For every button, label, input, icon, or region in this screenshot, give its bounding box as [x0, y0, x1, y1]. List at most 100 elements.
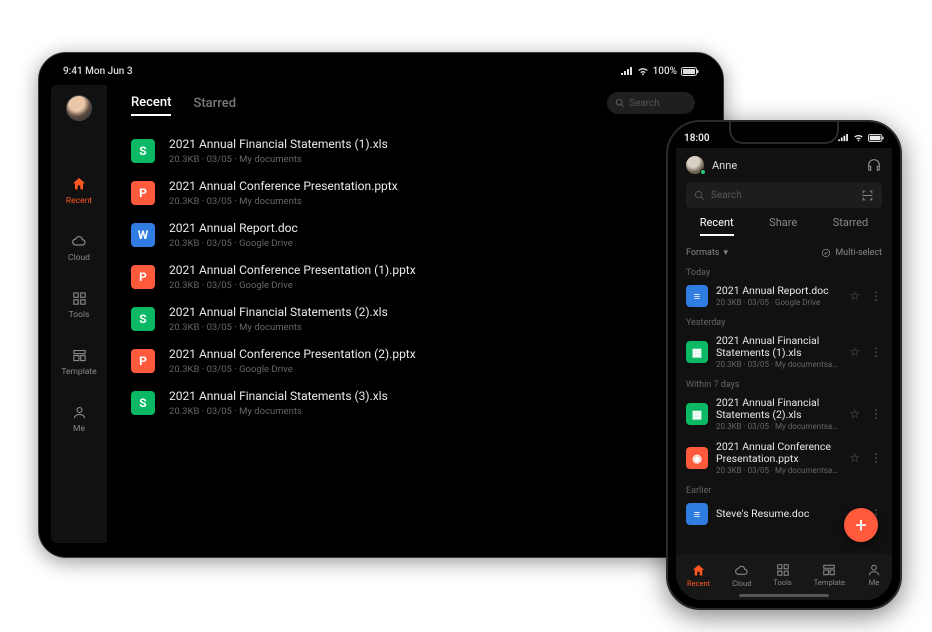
file-row[interactable]: S 2021 Annual Financial Statements (2).x…: [131, 298, 695, 340]
file-row[interactable]: S 2021 Annual Financial Statements (3).x…: [131, 382, 695, 424]
file-meta: 20.3KB · 03/05 · My documentsabcdefgh...: [716, 466, 841, 475]
file-meta: 20.3KB · 03/05 · Google Drive: [169, 364, 668, 375]
file-meta: 20.3KB · 03/05 · My documents: [169, 322, 668, 333]
main-panel: Recent Starred Search S 2021 Annual Fina…: [107, 85, 711, 543]
sidebar-label: Me: [73, 424, 85, 434]
nav-tools[interactable]: Tools: [773, 563, 791, 587]
battery-text: 100%: [653, 66, 677, 77]
file-row[interactable]: ▦ 2021 Annual Financial Statements (1).x…: [676, 330, 892, 374]
search-input[interactable]: Search: [607, 92, 695, 114]
home-icon: [70, 175, 88, 193]
file-name: Steve's Resume.doc: [716, 508, 841, 520]
sidebar-label: Template: [61, 367, 96, 377]
file-text: 2021 Annual Conference Presentation (2).…: [169, 347, 668, 375]
file-text: 2021 Annual Conference Presentation.pptx…: [169, 179, 668, 207]
multiselect-button[interactable]: Multi-select: [821, 248, 882, 258]
sidebar-item-template[interactable]: Template: [61, 346, 96, 377]
file-row[interactable]: P 2021 Annual Conference Presentation.pp…: [131, 172, 695, 214]
filetype-icon: ≡: [686, 285, 708, 307]
cloud-icon: [734, 563, 749, 578]
sidebar-label: Recent: [66, 196, 92, 206]
headphones-icon[interactable]: [866, 157, 882, 173]
file-row[interactable]: W 2021 Annual Report.doc 20.3KB · 03/05 …: [131, 214, 695, 256]
formats-dropdown[interactable]: Formats ▾: [686, 248, 728, 258]
battery-icon: [681, 67, 699, 76]
nav-label: Cloud: [732, 579, 751, 588]
file-row[interactable]: P 2021 Annual Conference Presentation (2…: [131, 340, 695, 382]
tablet-statusbar: 9:41 Mon Jun 3 100%: [39, 63, 723, 79]
tab-starred[interactable]: Starred: [193, 96, 236, 115]
sidebar-item-tools[interactable]: Tools: [69, 289, 90, 320]
file-row[interactable]: S 2021 Annual Financial Statements (1).x…: [131, 130, 695, 172]
phone-status-icons: [838, 134, 884, 142]
sidebar-item-recent[interactable]: Recent: [66, 175, 92, 206]
file-text: 2021 Annual Financial Statements (1).xls…: [169, 137, 668, 165]
file-meta: 20.3KB · 03/05 · My documentsabcdefgh...: [716, 360, 841, 369]
nav-recent[interactable]: Recent: [687, 563, 710, 588]
tablet-status-icons: 100%: [621, 66, 699, 77]
file-row[interactable]: ◉ 2021 Annual Conference Presentation.pp…: [676, 436, 892, 480]
grid-icon: [776, 563, 790, 577]
file-meta: 20.3KB · 03/05 · My documentsabcdefgh...: [716, 422, 841, 431]
nav-me[interactable]: Me: [867, 563, 881, 587]
file-meta: 20.3KB · 03/05 · My documents: [169, 406, 668, 417]
filetype-icon: S: [131, 139, 155, 163]
file-name: 2021 Annual Conference Presentation (1).…: [169, 263, 668, 278]
file-text: 2021 Annual Financial Statements (1).xls…: [716, 335, 841, 369]
avatar[interactable]: [66, 95, 92, 121]
nav-label: Template: [814, 578, 845, 587]
row-actions: ☆ ⋮: [849, 451, 882, 465]
tab-starred[interactable]: Starred: [833, 216, 869, 236]
filetype-icon: P: [131, 265, 155, 289]
scan-icon[interactable]: [861, 189, 874, 202]
add-button[interactable]: +: [844, 508, 878, 542]
file-text: 2021 Annual Financial Statements (2).xls…: [169, 305, 668, 333]
section-header: Within 7 days: [676, 374, 892, 392]
tab-recent[interactable]: Recent: [700, 216, 734, 236]
nav-template[interactable]: Template: [814, 563, 845, 587]
star-icon[interactable]: ☆: [849, 289, 860, 303]
file-meta: 20.3KB · 03/05 · Google Drive: [169, 280, 668, 291]
file-row[interactable]: ≡ 2021 Annual Report.doc 20.3KB · 03/05 …: [676, 280, 892, 312]
more-icon[interactable]: ⋮: [870, 407, 882, 421]
row-actions: ☆ ⋮: [849, 345, 882, 359]
star-icon[interactable]: ☆: [849, 407, 860, 421]
file-text: 2021 Annual Conference Presentation.pptx…: [716, 441, 841, 475]
file-row[interactable]: ▦ 2021 Annual Financial Statements (2).x…: [676, 392, 892, 436]
phone-tabs: Recent Share Starred: [676, 216, 892, 242]
more-icon[interactable]: ⋮: [870, 289, 882, 303]
file-name: 2021 Annual Financial Statements (2).xls: [169, 305, 668, 320]
battery-icon: [868, 134, 884, 142]
file-text: 2021 Annual Report.doc 20.3KB · 03/05 · …: [169, 221, 668, 249]
cloud-icon: [70, 232, 88, 250]
tab-share[interactable]: Share: [769, 216, 797, 236]
avatar[interactable]: [686, 156, 704, 174]
section-header: Today: [676, 262, 892, 280]
file-row[interactable]: P 2021 Annual Conference Presentation (1…: [131, 256, 695, 298]
signal-icon: [838, 134, 849, 142]
more-icon[interactable]: ⋮: [870, 451, 882, 465]
star-icon[interactable]: ☆: [849, 451, 860, 465]
more-icon[interactable]: ⋮: [870, 345, 882, 359]
person-icon: [70, 403, 88, 421]
section-header: Yesterday: [676, 312, 892, 330]
template-icon: [822, 563, 836, 577]
filetype-icon: ▦: [686, 403, 708, 425]
filetype-icon: ◉: [686, 447, 708, 469]
search-input[interactable]: Search: [686, 182, 882, 208]
phone-device: 18:00 Anne Search Recent Share: [666, 120, 902, 610]
nav-cloud[interactable]: Cloud: [732, 563, 751, 588]
file-text: 2021 Annual Conference Presentation (1).…: [169, 263, 668, 291]
file-text: Steve's Resume.doc: [716, 508, 841, 520]
filetype-icon: W: [131, 223, 155, 247]
filetype-icon: S: [131, 391, 155, 415]
sidebar-item-me[interactable]: Me: [70, 403, 88, 434]
star-icon[interactable]: ☆: [849, 345, 860, 359]
phone-file-list: Today ≡ 2021 Annual Report.doc 20.3KB · …: [676, 262, 892, 600]
file-name: 2021 Annual Conference Presentation (2).…: [169, 347, 668, 362]
tablet-time: 9:41 Mon Jun 3: [63, 66, 133, 77]
sidebar-item-cloud[interactable]: Cloud: [68, 232, 90, 263]
tab-recent[interactable]: Recent: [131, 95, 171, 116]
filetype-icon: ≡: [686, 503, 708, 525]
file-text: 2021 Annual Financial Statements (3).xls…: [169, 389, 668, 417]
